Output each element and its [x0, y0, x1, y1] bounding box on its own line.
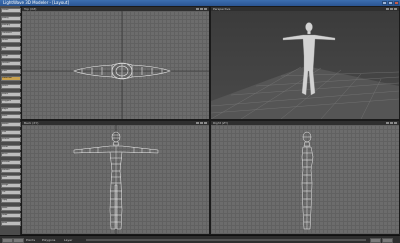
back-view-mesh [73, 125, 159, 234]
sidebar-item-size[interactable]: Size [1, 129, 21, 135]
sidebar-item-select[interactable]: Select [1, 84, 21, 89]
viewport-right[interactable]: Right (ZY) [210, 120, 400, 235]
viewport-controls[interactable] [386, 8, 397, 10]
sidebar-item-utilities[interactable]: Utilities [1, 61, 21, 67]
polygons-mode-button[interactable] [13, 238, 24, 243]
viewport-perspective[interactable]: Perspective [210, 6, 400, 120]
window-controls [382, 1, 399, 5]
help-button[interactable] [382, 238, 393, 243]
sidebar-item-points[interactable]: Points [1, 91, 21, 97]
viewport-controls[interactable] [196, 8, 207, 10]
sidebar-item-rotate[interactable]: Rotate [1, 122, 21, 127]
viewport-back[interactable]: Back (XY) [21, 120, 210, 235]
minimize-icon[interactable] [382, 1, 387, 5]
sidebar-item-move[interactable]: Move [1, 114, 21, 120]
sidebar-item-cut[interactable]: Cut [1, 190, 21, 196]
sidebar-item-map[interactable]: Map [1, 46, 21, 51]
layer-label: Layer [64, 238, 73, 242]
viewport-canvas[interactable] [22, 11, 209, 119]
sidebar-item-undo[interactable]: Undo [1, 213, 21, 219]
sidebar-item-detail[interactable]: Detail [1, 38, 21, 44]
sidebar-item-extrude[interactable]: Extrude [1, 160, 21, 165]
maximize-icon[interactable] [388, 1, 393, 5]
sidebar-item-polygons[interactable]: Polygons [1, 99, 21, 105]
sidebar-item-merge[interactable]: Merge [1, 182, 21, 188]
side-view-mesh [301, 131, 314, 230]
tool-sidebar: Create Modify Multiply Construct Detail Map Se… [0, 6, 21, 235]
sidebar-item-redo[interactable]: Redo [1, 220, 21, 226]
sidebar-item-setup[interactable]: Setup [1, 53, 21, 59]
polygons-label: Polygons [42, 238, 56, 242]
top-view-mesh [22, 11, 209, 119]
status-bar: Points Polygons Layer [0, 235, 400, 243]
sidebar-item-bevel[interactable]: Bevel [1, 152, 21, 158]
sidebar-item-view[interactable]: View [1, 68, 21, 74]
viewport-top[interactable]: Top (XZ) [21, 6, 210, 120]
viewport-controls[interactable] [196, 122, 207, 124]
sidebar-item-paste[interactable]: Paste [1, 205, 21, 211]
sidebar-item-subdivide[interactable]: Subdivide [1, 76, 21, 82]
viewport-canvas[interactable] [211, 11, 399, 119]
viewport-canvas[interactable] [211, 125, 399, 234]
points-label: Points [26, 238, 36, 242]
points-mode-button[interactable] [2, 238, 13, 243]
sidebar-item-construct[interactable]: Construct [1, 30, 21, 36]
viewport-canvas[interactable] [22, 125, 209, 234]
sidebar-item-multiply[interactable]: Multiply [1, 23, 21, 29]
sidebar-item-create[interactable]: Create [1, 8, 21, 13]
sidebar-item-mirror[interactable]: Mirror [1, 144, 21, 150]
sidebar-item-smooth[interactable]: Smooth [1, 167, 21, 173]
sidebar-item-stretch[interactable]: Stretch [1, 137, 21, 143]
options-button[interactable] [370, 238, 381, 243]
sidebar-item-modify[interactable]: Modify [1, 15, 21, 21]
viewport-controls[interactable] [386, 122, 397, 124]
close-icon[interactable] [394, 1, 399, 5]
sidebar-item-copy[interactable]: Copy [1, 198, 21, 203]
sidebar-item-edges[interactable]: Edges [1, 106, 21, 112]
layer-strip[interactable] [86, 239, 366, 241]
perspective-scene [211, 22, 399, 119]
sidebar-item-weld[interactable]: Weld [1, 175, 21, 181]
